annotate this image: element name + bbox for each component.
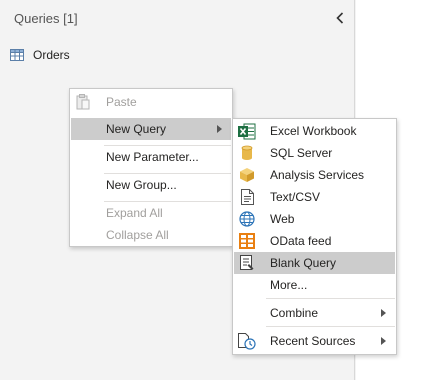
chevron-right-icon xyxy=(217,125,222,133)
chevron-right-icon xyxy=(381,309,386,317)
odata-icon xyxy=(238,232,256,250)
menu-separator xyxy=(266,298,395,299)
submenu-item-more[interactable]: More... xyxy=(234,274,395,296)
globe-icon xyxy=(238,210,256,228)
new-query-submenu: Excel Workbook SQL Server Analysis Servi… xyxy=(232,118,397,355)
menu-item-new-parameter[interactable]: New Parameter... xyxy=(71,146,231,168)
table-icon xyxy=(10,49,24,61)
query-item-label: Orders xyxy=(33,48,70,62)
menu-item-new-group[interactable]: New Group... xyxy=(71,174,231,196)
submenu-item-text-csv[interactable]: Text/CSV xyxy=(234,186,395,208)
submenu-item-combine[interactable]: Combine xyxy=(234,302,395,324)
text-file-icon xyxy=(238,188,256,206)
query-item-orders[interactable]: Orders xyxy=(10,46,70,64)
menu-item-collapse-all[interactable]: Collapse All xyxy=(71,224,231,246)
submenu-item-excel-workbook[interactable]: Excel Workbook xyxy=(234,120,395,142)
menu-item-paste[interactable]: Paste xyxy=(71,91,231,113)
submenu-item-analysis-services[interactable]: Analysis Services xyxy=(234,164,395,186)
submenu-item-sql-server[interactable]: SQL Server xyxy=(234,142,395,164)
submenu-item-web[interactable]: Web xyxy=(234,208,395,230)
submenu-item-recent-sources[interactable]: Recent Sources xyxy=(234,330,395,352)
menu-separator xyxy=(266,326,395,327)
chevron-right-icon xyxy=(381,337,386,345)
submenu-item-odata-feed[interactable]: OData feed xyxy=(234,230,395,252)
recent-sources-icon xyxy=(238,332,256,350)
menu-item-expand-all[interactable]: Expand All xyxy=(71,202,231,224)
context-menu: Paste New Query New Parameter... New Gro… xyxy=(69,88,233,247)
cube-icon xyxy=(238,166,256,184)
menu-item-new-query[interactable]: New Query xyxy=(71,118,231,140)
chevron-left-icon xyxy=(336,12,344,24)
paste-icon xyxy=(74,93,92,111)
excel-icon xyxy=(238,122,256,140)
queries-pane-title: Queries [1] xyxy=(14,11,78,26)
blank-query-icon xyxy=(238,254,256,272)
collapse-pane-button[interactable] xyxy=(333,10,347,26)
database-icon xyxy=(238,144,256,162)
submenu-item-blank-query[interactable]: Blank Query xyxy=(234,252,395,274)
